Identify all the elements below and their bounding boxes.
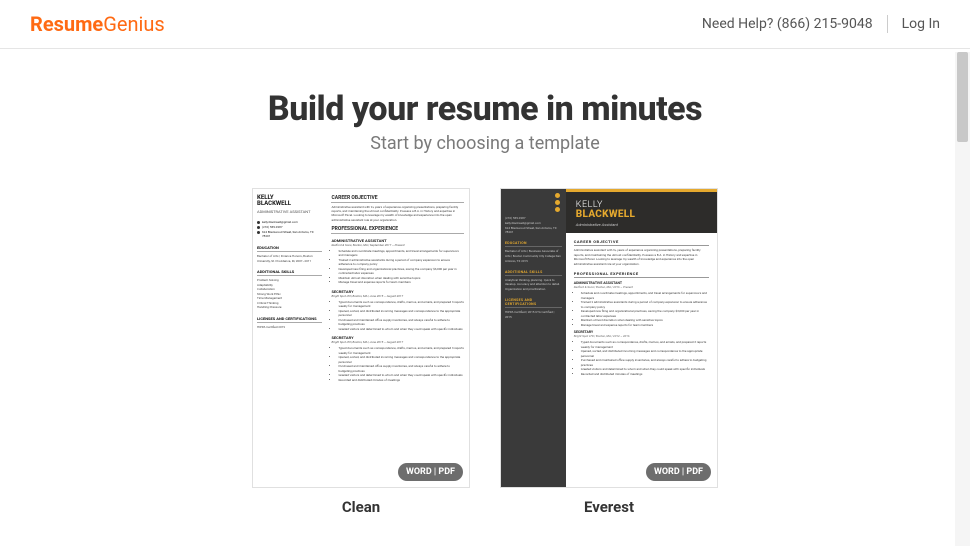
h-objective: CAREER OBJECTIVE [574, 239, 709, 246]
h-experience: PROFESSIONAL EXPERIENCE [574, 271, 709, 278]
page-title: Build your resume in minutes [0, 89, 970, 129]
divider [887, 15, 888, 33]
logo-genius: Genius [103, 12, 164, 36]
format-badge: WORD | PDF [646, 463, 711, 481]
h-skills: ADDITIONAL SKILLS [257, 269, 322, 276]
phone-icon [555, 193, 560, 198]
scrollbar-vertical[interactable] [955, 52, 970, 546]
template-name: Everest [500, 498, 718, 516]
skills-list: Problem SolvingAdaptabilityCollaboration… [257, 278, 322, 310]
login-link[interactable]: Log In [902, 16, 940, 32]
template-card-everest: (210) 555-9287kelly.blackwell@gmail.com6… [500, 188, 718, 516]
h-objective: CAREER OBJECTIVE [331, 195, 464, 203]
h-experience: PROFESSIONAL EXPERIENCE [331, 226, 464, 234]
contact-icons [505, 193, 562, 212]
scrollbar-thumb[interactable] [957, 52, 968, 142]
header-right: Need Help? (866) 215-9048 Log In [702, 15, 940, 33]
template-thumb-everest[interactable]: (210) 555-9287kelly.blackwell@gmail.com6… [500, 188, 718, 488]
location-icon [257, 231, 260, 234]
template-card-clean: KELLYBLACKWELL ADMINISTRATIVE ASSISTANT … [252, 188, 470, 516]
help-phone[interactable]: Need Help? (866) 215-9048 [702, 16, 873, 32]
header: ResumeGenius Need Help? (866) 215-9048 L… [0, 0, 970, 49]
templates-row: KELLYBLACKWELL ADMINISTRATIVE ASSISTANT … [0, 188, 970, 516]
resume-contact: kelly.blackwell@gmail.com (210) 555-9287… [257, 220, 322, 239]
h-cert: LICENSES AND CERTIFICATIONS [505, 298, 562, 308]
h-education: EDUCATION [257, 245, 322, 252]
template-name: Clean [252, 498, 470, 516]
resume-name: KELLYBLACKWELL [257, 195, 322, 207]
logo[interactable]: ResumeGenius [30, 12, 165, 36]
logo-resume: Resume [30, 12, 103, 36]
h-skills: ADDITIONAL SKILLS [505, 270, 562, 276]
phone-icon [257, 226, 260, 229]
email-icon [555, 200, 560, 205]
location-icon [555, 207, 560, 212]
format-badge: WORD | PDF [398, 463, 463, 481]
template-thumb-clean[interactable]: KELLYBLACKWELL ADMINISTRATIVE ASSISTANT … [252, 188, 470, 488]
name-block: KELLY BLACKWELL Administrative Assistant [566, 192, 717, 233]
resume-role: ADMINISTRATIVE ASSISTANT [257, 209, 322, 214]
h-education: EDUCATION [505, 241, 562, 247]
main: Build your resume in minutes Start by ch… [0, 49, 970, 516]
email-icon [257, 221, 260, 224]
page-subtitle: Start by choosing a template [0, 133, 970, 154]
h-licenses: LICENSES AND CERTIFICATIONS [257, 316, 322, 323]
